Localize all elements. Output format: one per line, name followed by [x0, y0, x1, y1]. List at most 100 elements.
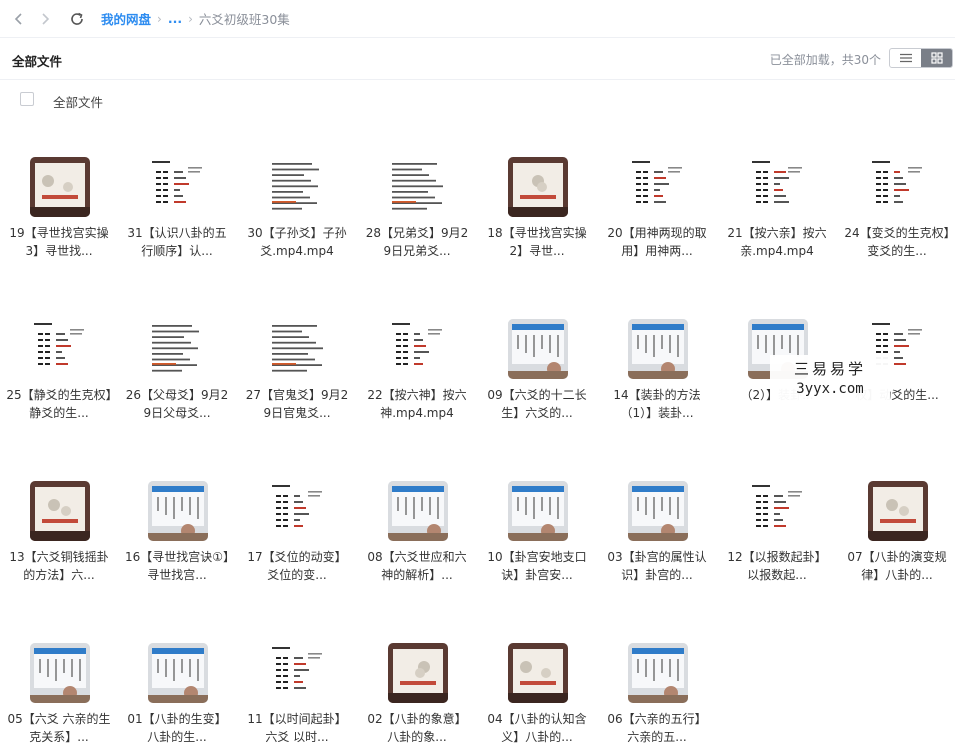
- file-tile[interactable]: 07【八卦的演变规律】八卦的...: [838, 444, 955, 594]
- video-thumbnail[interactable]: [268, 157, 328, 217]
- video-thumbnail[interactable]: [388, 319, 448, 379]
- video-thumbnail[interactable]: [868, 481, 928, 541]
- file-tile[interactable]: 28【兄弟爻】9月29日兄弟爻...: [358, 120, 476, 270]
- file-name[interactable]: 24【变爻的生克权】变爻的生...: [842, 224, 952, 260]
- breadcrumb-ellipsis-link[interactable]: ...: [168, 11, 182, 26]
- watermark-chinese-text: 三易易学: [793, 360, 866, 378]
- file-name[interactable]: 20【用神两现的取用】用神两...: [602, 224, 712, 260]
- video-thumbnail[interactable]: [148, 319, 208, 379]
- video-thumbnail[interactable]: [388, 643, 448, 703]
- breadcrumb-separator-icon: ›: [157, 11, 162, 26]
- video-thumbnail[interactable]: [628, 481, 688, 541]
- video-thumbnail[interactable]: [388, 157, 448, 217]
- file-name[interactable]: 14【装卦的方法（1）】装卦...: [602, 386, 712, 422]
- video-thumbnail[interactable]: [30, 643, 90, 703]
- file-name[interactable]: 08【六爻世应和六神的解析】...: [362, 548, 472, 584]
- file-tile[interactable]: 01【八卦的生变】八卦的生...: [118, 606, 236, 756]
- list-view-button[interactable]: [890, 49, 921, 67]
- file-name[interactable]: 31【认识八卦的五行顺序】认...: [122, 224, 232, 260]
- file-name[interactable]: 05【六爻 六亲的生克关系】...: [4, 710, 114, 746]
- breadcrumb-separator-icon: ›: [188, 11, 193, 26]
- file-tile[interactable]: 10【卦宫安地支口诀】卦宫安...: [478, 444, 596, 594]
- breadcrumb: 我的网盘 › ... › 六爻初级班30集: [101, 9, 290, 28]
- file-name[interactable]: 25【静爻的生克权】静爻的生...: [4, 386, 114, 422]
- file-name[interactable]: 01【八卦的生变】八卦的生...: [122, 710, 232, 746]
- video-thumbnail[interactable]: [508, 157, 568, 217]
- video-thumbnail[interactable]: [628, 319, 688, 379]
- file-name[interactable]: 21【按六亲】按六亲.mp4.mp4: [722, 224, 832, 260]
- video-thumbnail[interactable]: [268, 643, 328, 703]
- video-thumbnail[interactable]: [30, 481, 90, 541]
- video-thumbnail[interactable]: [148, 643, 208, 703]
- file-name[interactable]: 03【卦宫的属性认识】卦宫的...: [602, 548, 712, 584]
- file-name[interactable]: 10【卦宫安地支口诀】卦宫安...: [482, 548, 592, 584]
- back-button[interactable]: [7, 7, 31, 31]
- video-thumbnail[interactable]: [508, 481, 568, 541]
- video-thumbnail[interactable]: [868, 157, 928, 217]
- file-name[interactable]: 28【兄弟爻】9月29日兄弟爻...: [362, 224, 472, 260]
- video-thumbnail[interactable]: [508, 319, 568, 379]
- refresh-button[interactable]: [65, 7, 89, 31]
- file-name[interactable]: 19【寻世找宫实操3】寻世找...: [4, 224, 114, 260]
- file-name[interactable]: 12【以报数起卦】以报数起...: [722, 548, 832, 584]
- grid-view-icon: [930, 52, 943, 64]
- file-tile[interactable]: 19【寻世找宫实操3】寻世找...: [0, 120, 118, 270]
- file-name[interactable]: 06【六亲的五行】六亲的五...: [602, 710, 712, 746]
- file-tile[interactable]: 26【父母爻】9月29日父母爻...: [118, 282, 236, 432]
- file-tile[interactable]: 30【子孙爻】子孙爻.mp4.mp4: [238, 120, 356, 270]
- forward-button[interactable]: [33, 7, 57, 31]
- video-thumbnail[interactable]: [748, 481, 808, 541]
- file-tile[interactable]: 11【以时间起卦】六爻 以时...: [238, 606, 356, 756]
- video-thumbnail[interactable]: [628, 157, 688, 217]
- page-title: 全部文件: [12, 54, 63, 69]
- file-name[interactable]: 11【以时间起卦】六爻 以时...: [242, 710, 352, 746]
- file-tile[interactable]: 02【八卦的象意】八卦的象...: [358, 606, 476, 756]
- file-tile[interactable]: 05【六爻 六亲的生克关系】...: [0, 606, 118, 756]
- file-tile[interactable]: 24【变爻的生克权】变爻的生...: [838, 120, 955, 270]
- video-thumbnail[interactable]: [388, 481, 448, 541]
- file-name[interactable]: 27【官鬼爻】9月29日官鬼爻...: [242, 386, 352, 422]
- video-thumbnail[interactable]: [628, 643, 688, 703]
- file-name[interactable]: 13【六爻铜钱摇卦的方法】六...: [4, 548, 114, 584]
- video-thumbnail[interactable]: [268, 319, 328, 379]
- breadcrumb-root-link[interactable]: 我的网盘: [101, 9, 151, 28]
- file-name[interactable]: 22【按六神】按六神.mp4.mp4: [362, 386, 472, 422]
- file-name[interactable]: 04【八卦的认知含义】八卦的...: [482, 710, 592, 746]
- file-tile[interactable]: 27【官鬼爻】9月29日官鬼爻...: [238, 282, 356, 432]
- file-name[interactable]: 02【八卦的象意】八卦的象...: [362, 710, 472, 746]
- video-thumbnail[interactable]: [30, 157, 90, 217]
- file-tile[interactable]: 20【用神两现的取用】用神两...: [598, 120, 716, 270]
- video-thumbnail[interactable]: [748, 157, 808, 217]
- file-tile[interactable]: 22【按六神】按六神.mp4.mp4: [358, 282, 476, 432]
- video-thumbnail[interactable]: [148, 481, 208, 541]
- file-tile[interactable]: 21【按六亲】按六亲.mp4.mp4: [718, 120, 836, 270]
- file-tile[interactable]: 25【静爻的生克权】静爻的生...: [0, 282, 118, 432]
- file-tile[interactable]: 16【寻世找宫诀①】寻世找宫...: [118, 444, 236, 594]
- file-tile[interactable]: 03【卦宫的属性认识】卦宫的...: [598, 444, 716, 594]
- video-thumbnail[interactable]: [268, 481, 328, 541]
- file-name[interactable]: 26【父母爻】9月29日父母爻...: [122, 386, 232, 422]
- file-tile[interactable]: 13【六爻铜钱摇卦的方法】六...: [0, 444, 118, 594]
- file-name[interactable]: 18【寻世找宫实操2】寻世...: [482, 224, 592, 260]
- grid-view-button[interactable]: [921, 49, 952, 67]
- file-tile[interactable]: 04【八卦的认知含义】八卦的...: [478, 606, 596, 756]
- file-name[interactable]: 07【八卦的演变规律】八卦的...: [842, 548, 952, 584]
- file-name[interactable]: 30【子孙爻】子孙爻.mp4.mp4: [242, 224, 352, 260]
- select-all-checkbox[interactable]: [20, 92, 34, 106]
- file-name[interactable]: 17【爻位的动变】爻位的变...: [242, 548, 352, 584]
- file-tile[interactable]: 18【寻世找宫实操2】寻世...: [478, 120, 596, 270]
- load-status-text: 已全部加载，共30个: [769, 53, 881, 67]
- video-thumbnail[interactable]: [148, 157, 208, 217]
- file-name[interactable]: 09【六爻的十二长生】六爻的...: [482, 386, 592, 422]
- video-thumbnail[interactable]: [508, 643, 568, 703]
- file-tile[interactable]: 31【认识八卦的五行顺序】认...: [118, 120, 236, 270]
- file-tile[interactable]: 17【爻位的动变】爻位的变...: [238, 444, 356, 594]
- video-thumbnail[interactable]: [30, 319, 90, 379]
- file-tile[interactable]: 09【六爻的十二长生】六爻的...: [478, 282, 596, 432]
- file-tile[interactable]: 14【装卦的方法（1）】装卦...: [598, 282, 716, 432]
- file-name[interactable]: 16【寻世找宫诀①】寻世找宫...: [122, 548, 232, 584]
- file-tile[interactable]: 08【六爻世应和六神的解析】...: [358, 444, 476, 594]
- file-tile[interactable]: 12【以报数起卦】以报数起...: [718, 444, 836, 594]
- file-tile[interactable]: 06【六亲的五行】六亲的五...: [598, 606, 716, 756]
- list-view-icon: [899, 53, 912, 63]
